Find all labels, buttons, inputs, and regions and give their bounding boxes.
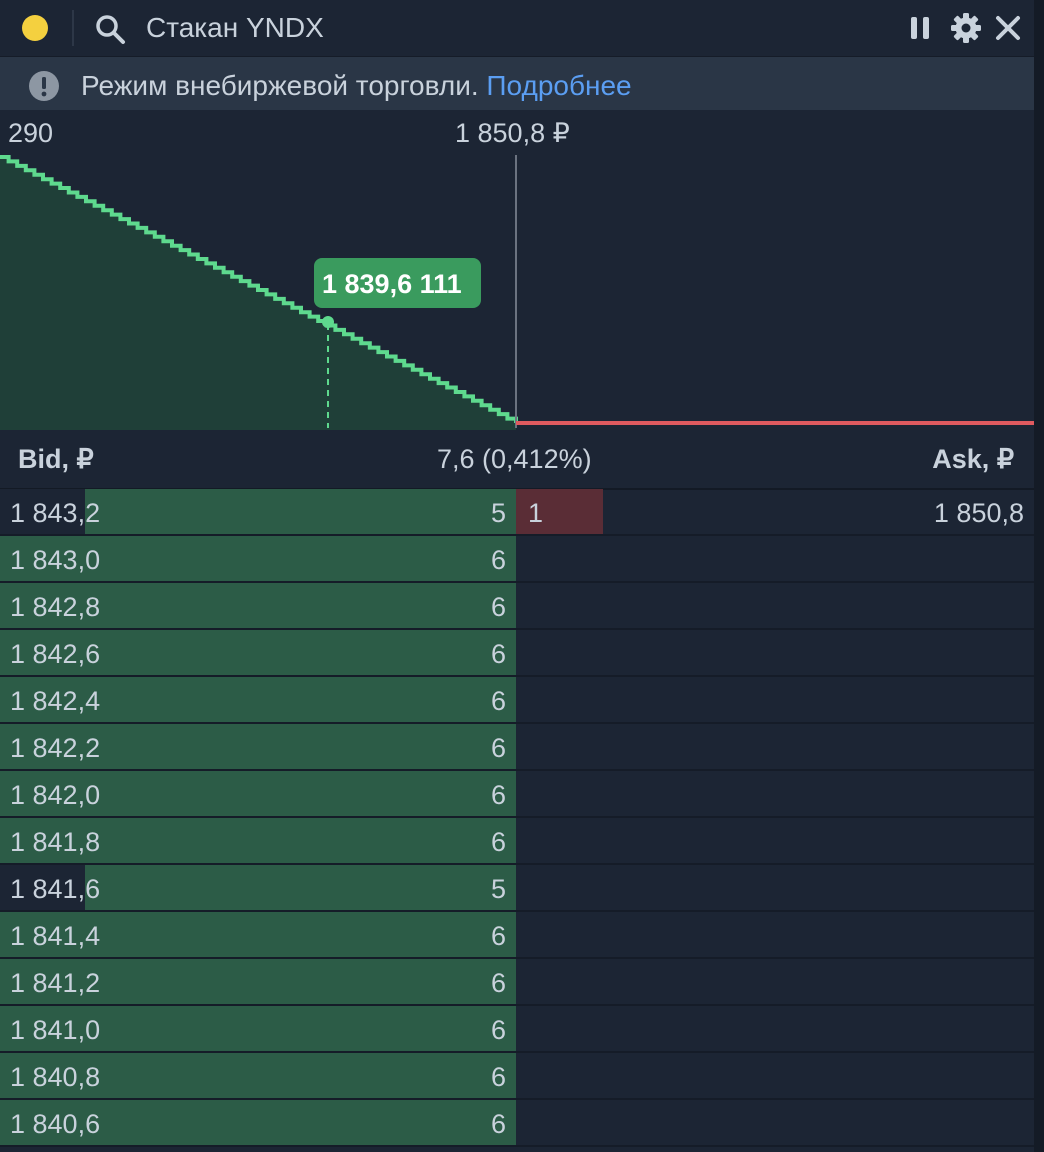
bid-quantity: 6 bbox=[490, 733, 506, 763]
bid-price: 1 842,6 bbox=[10, 639, 101, 669]
bid-price: 1 842,8 bbox=[10, 592, 101, 622]
spread-label: 7,6 (0,412%) bbox=[437, 444, 592, 474]
bid-quantity: 6 bbox=[490, 639, 506, 669]
orderbook-row[interactable]: 1 841,8 6 bbox=[0, 818, 1034, 865]
bid-quantity: 6 bbox=[490, 921, 506, 951]
orderbook-row[interactable]: 1 841,0 6 bbox=[0, 1006, 1034, 1053]
pause-button[interactable] bbox=[904, 12, 936, 44]
bid-price: 1 842,0 bbox=[10, 780, 101, 810]
bid-price: 1 841,6 bbox=[10, 874, 101, 904]
orderbook-row[interactable]: 1 840,6 6 bbox=[0, 1100, 1034, 1147]
search-input[interactable] bbox=[146, 10, 646, 46]
mid-price-label: 1 850,8 ₽ bbox=[455, 118, 570, 148]
banner-text: Режим внебиржевой торговли. bbox=[81, 70, 479, 101]
bid-quantity: 6 bbox=[490, 1062, 506, 1092]
bid-quantity: 6 bbox=[490, 1109, 506, 1139]
bid-quantity: 6 bbox=[490, 592, 506, 622]
bid-price: 1 841,8 bbox=[10, 827, 101, 857]
orderbook-row[interactable]: 1 841,6 5 bbox=[0, 865, 1034, 912]
bid-price: 1 842,2 bbox=[10, 733, 101, 763]
bid-price: 1 842,4 bbox=[10, 686, 101, 716]
orderbook-row[interactable]: 1 841,4 6 bbox=[0, 912, 1034, 959]
bid-quantity: 6 bbox=[490, 686, 506, 716]
bid-price: 1 841,0 bbox=[10, 1015, 101, 1045]
orderbook-row[interactable]: 1 842,6 6 bbox=[0, 630, 1034, 677]
bid-price: 1 840,8 bbox=[10, 1062, 101, 1092]
depth-chart: 290 1 850,8 ₽ 1 839,6 111 bbox=[0, 112, 1034, 430]
orderbook-row[interactable]: 1 842,2 6 bbox=[0, 724, 1034, 771]
orderbook-row[interactable]: 1 842,8 6 bbox=[0, 583, 1034, 630]
orderbook-rows: 1 843,2 5 1 1 850,8 1 843,0 6 1 842,8 6 1 842,6 6… bbox=[0, 489, 1034, 1147]
close-icon bbox=[996, 16, 1020, 40]
orderbook-row[interactable]: 1 841,2 6 bbox=[0, 959, 1034, 1006]
bid-quantity: 6 bbox=[490, 1015, 506, 1045]
ask-quantity: 1 bbox=[528, 498, 544, 528]
bid-quantity: 5 bbox=[490, 874, 506, 904]
bid-quantity: 6 bbox=[490, 780, 506, 810]
cursor-point bbox=[322, 316, 334, 328]
toolbar-divider bbox=[72, 10, 74, 46]
bid-quantity: 6 bbox=[490, 827, 506, 857]
bid-price: 1 841,2 bbox=[10, 968, 101, 998]
orderbook-row[interactable]: 1 843,0 6 bbox=[0, 536, 1034, 583]
orderbook-row[interactable]: 1 840,8 6 bbox=[0, 1053, 1034, 1100]
close-button[interactable] bbox=[992, 12, 1024, 44]
bid-price: 1 840,6 bbox=[10, 1109, 101, 1139]
bid-price: 1 841,4 bbox=[10, 921, 101, 951]
orderbook-row[interactable]: 1 842,0 6 bbox=[0, 771, 1034, 818]
window-toolbar bbox=[0, 0, 1034, 57]
search-icon bbox=[96, 15, 125, 44]
bid-quantity: 6 bbox=[490, 968, 506, 998]
window-edge bbox=[1034, 0, 1044, 1152]
ask-column-header: Ask, ₽ bbox=[932, 444, 1014, 474]
depth-chart-svg bbox=[0, 155, 1034, 430]
status-dot-icon bbox=[22, 15, 48, 41]
banner-message: Режим внебиржевой торговли. Подробнее bbox=[81, 70, 632, 102]
banner-more-link[interactable]: Подробнее bbox=[486, 70, 631, 101]
bid-quantity: 6 bbox=[490, 545, 506, 575]
exclamation-icon bbox=[29, 71, 59, 101]
bid-column-header: Bid, ₽ bbox=[18, 444, 94, 474]
orderbook-row[interactable]: 1 843,2 5 1 1 850,8 bbox=[0, 489, 1034, 536]
orderbook-header: Bid, ₽ 7,6 (0,412%) Ask, ₽ bbox=[0, 432, 1034, 490]
bid-quantity: 5 bbox=[490, 498, 506, 528]
pause-icon bbox=[911, 17, 929, 39]
cursor-tooltip-text: 1 839,6 111 bbox=[322, 269, 462, 299]
ask-price: 1 850,8 bbox=[933, 498, 1024, 528]
bid-price: 1 843,2 bbox=[10, 498, 101, 528]
bid-price: 1 843,0 bbox=[10, 545, 101, 575]
settings-button[interactable] bbox=[950, 12, 982, 44]
depth-max-label: 290 bbox=[8, 118, 54, 148]
gear-icon bbox=[951, 13, 981, 43]
orderbook-row[interactable]: 1 842,4 6 bbox=[0, 677, 1034, 724]
